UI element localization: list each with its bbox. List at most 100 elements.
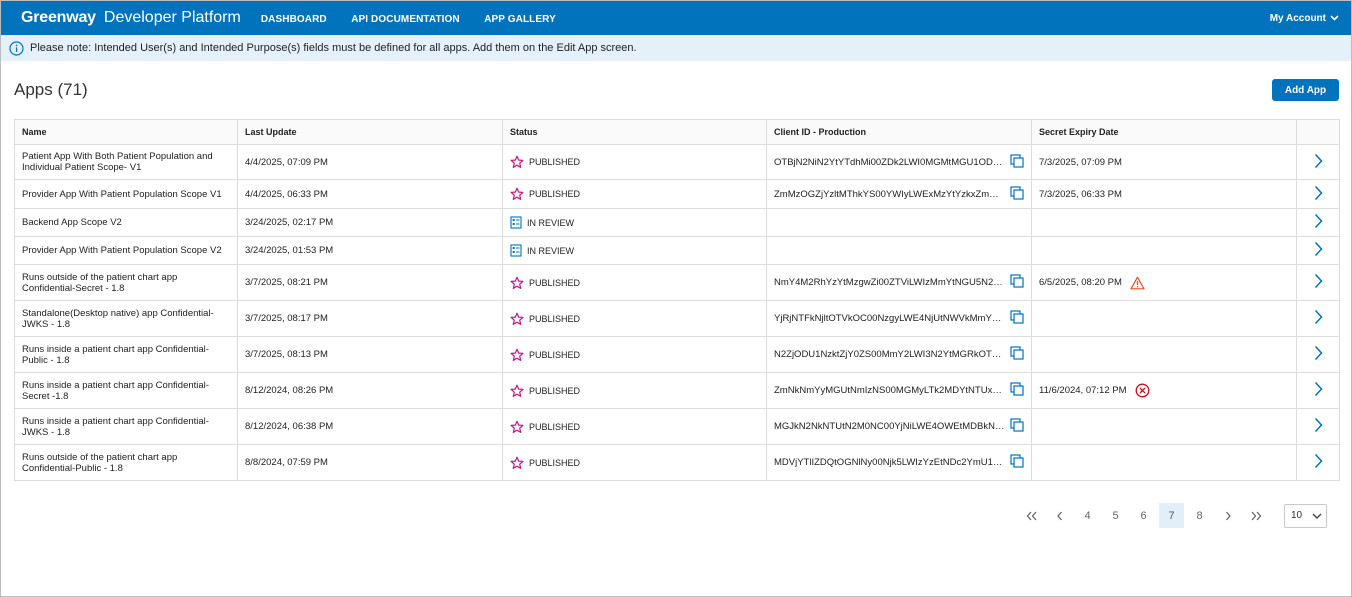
table-row[interactable]: Runs inside a patient chart app Confiden… (14, 408, 1340, 445)
review-document-icon (510, 244, 522, 257)
page-button-8[interactable]: 8 (1187, 503, 1212, 528)
open-app-button[interactable] (1296, 236, 1340, 265)
copy-client-id-button[interactable] (1010, 310, 1024, 327)
open-app-button[interactable] (1296, 179, 1340, 209)
notice-banner: Please note: Intended User(s) and Intend… (1, 35, 1351, 61)
secret-expiry-value: 7/3/2025, 07:09 PM (1039, 156, 1122, 168)
open-app-button[interactable] (1296, 264, 1340, 301)
status-badge: IN REVIEW (527, 245, 575, 256)
last-page-button[interactable] (1243, 503, 1268, 528)
app-name[interactable]: Runs inside a patient chart app Confiden… (14, 372, 238, 409)
table-row[interactable]: Runs inside a patient chart app Confiden… (14, 372, 1340, 409)
open-app-button[interactable] (1296, 144, 1340, 180)
app-name[interactable]: Runs outside of the patient chart app Co… (14, 444, 238, 481)
star-icon (510, 312, 524, 325)
chevron-right-icon (1314, 417, 1323, 433)
open-app-button[interactable] (1296, 444, 1340, 481)
copy-icon (1010, 346, 1024, 360)
open-app-button[interactable] (1296, 336, 1340, 373)
client-id-cell (766, 236, 1032, 265)
chevron-right-icon (1314, 309, 1323, 325)
table-row[interactable]: Provider App With Patient Population Sco… (14, 236, 1340, 265)
nav-dashboard[interactable]: DASHBOARD (261, 14, 327, 25)
copy-icon (1010, 382, 1024, 396)
last-update: 3/24/2025, 01:53 PM (237, 236, 503, 265)
table-row[interactable]: Runs outside of the patient chart app Co… (14, 264, 1340, 301)
chevron-right-icon (1314, 153, 1323, 168)
nav-app-gallery[interactable]: APP GALLERY (484, 14, 556, 25)
copy-client-id-button[interactable] (1010, 382, 1024, 399)
secret-expiry-cell (1031, 208, 1297, 237)
page-button-4[interactable]: 4 (1075, 503, 1100, 528)
client-id-cell: N2ZjODU1NzktZjY0ZS00MmY2LWI3N2YtMGRkOTJj… (766, 336, 1032, 373)
open-app-button[interactable] (1296, 372, 1340, 409)
client-id-cell: OTBjN2NiN2YtYTdhMi00ZDk2LWI0MGMtMGU1ODY5… (766, 144, 1032, 180)
app-name[interactable]: Runs inside a patient chart app Confiden… (14, 408, 238, 445)
add-app-button[interactable]: Add App (1272, 79, 1339, 101)
nav-api-documentation[interactable]: API DOCUMENTATION (351, 14, 460, 25)
app-name[interactable]: Standalone(Desktop native) app Confident… (14, 300, 238, 337)
pagination: 4 5 6 7 8 10 (1016, 503, 1327, 528)
table-header-row: Name Last Update Status Client ID - Prod… (14, 119, 1340, 145)
page-size-select[interactable]: 10 (1284, 503, 1327, 528)
status-badge: PUBLISHED (529, 421, 581, 432)
last-update: 3/24/2025, 02:17 PM (237, 208, 503, 237)
last-update: 3/7/2025, 08:13 PM (237, 336, 503, 373)
error-circle-icon (1135, 383, 1149, 398)
client-id-cell: MGJkN2NkNTUtN2M0NC00YjNiLWE4OWEtMDBkNjJi… (766, 408, 1032, 445)
column-header-last-update[interactable]: Last Update (237, 119, 503, 145)
app-name[interactable]: Backend App Scope V2 (14, 208, 238, 237)
column-header-secret-expiry[interactable]: Secret Expiry Date (1031, 119, 1297, 145)
app-name[interactable]: Provider App With Patient Population Sco… (14, 236, 238, 265)
open-app-button[interactable] (1296, 300, 1340, 337)
star-icon (510, 155, 524, 168)
page-button-6[interactable]: 6 (1131, 503, 1156, 528)
column-header-name[interactable]: Name (14, 119, 238, 145)
open-app-button[interactable] (1296, 408, 1340, 445)
first-page-button[interactable] (1019, 503, 1044, 528)
last-update: 3/7/2025, 08:17 PM (237, 300, 503, 337)
table-row[interactable]: Runs inside a patient chart app Confiden… (14, 336, 1340, 373)
copy-client-id-button[interactable] (1010, 454, 1024, 471)
client-id-value: OTBjN2NiN2YtYTdhMi00ZDk2LWI0MGMtMGU1ODY5… (774, 156, 1006, 168)
review-document-icon (510, 216, 522, 229)
last-update: 4/4/2025, 07:09 PM (237, 144, 503, 180)
column-header-client-id[interactable]: Client ID - Production (766, 119, 1032, 145)
app-name[interactable]: Runs outside of the patient chart app Co… (14, 264, 238, 301)
table-row[interactable]: Patient App With Both Patient Population… (14, 144, 1340, 180)
status-badge: IN REVIEW (527, 217, 575, 228)
page-button-7-current[interactable]: 7 (1159, 503, 1184, 528)
page-size-value: 10 (1291, 510, 1303, 521)
app-name[interactable]: Provider App With Patient Population Sco… (14, 179, 238, 209)
copy-client-id-button[interactable] (1010, 153, 1024, 171)
open-app-button[interactable] (1296, 208, 1340, 237)
chevron-right-icon (1314, 345, 1323, 361)
app-name[interactable]: Patient App With Both Patient Population… (14, 144, 238, 180)
copy-client-id-button[interactable] (1010, 418, 1024, 435)
client-id-cell (766, 208, 1032, 237)
star-icon (510, 456, 524, 469)
star-icon (510, 187, 524, 200)
table-row[interactable]: Standalone(Desktop native) app Confident… (14, 300, 1340, 337)
table-row[interactable]: Provider App With Patient Population Sco… (14, 179, 1340, 209)
previous-page-button[interactable] (1047, 503, 1072, 528)
secret-expiry-cell (1031, 336, 1297, 373)
page-button-5[interactable]: 5 (1103, 503, 1128, 528)
secret-expiry-cell: 7/3/2025, 06:33 PM (1031, 179, 1297, 209)
chevron-right-icon (1314, 185, 1323, 200)
my-account-label: My Account (1269, 12, 1326, 24)
column-header-status[interactable]: Status (502, 119, 767, 145)
next-page-button[interactable] (1215, 503, 1240, 528)
copy-client-id-button[interactable] (1010, 185, 1024, 203)
app-name[interactable]: Runs inside a patient chart app Confiden… (14, 336, 238, 373)
copy-client-id-button[interactable] (1010, 274, 1024, 291)
table-row[interactable]: Backend App Scope V2 3/24/2025, 02:17 PM I… (14, 208, 1340, 237)
copy-client-id-button[interactable] (1010, 346, 1024, 363)
last-update: 3/7/2025, 08:21 PM (237, 264, 503, 301)
apps-table: Name Last Update Status Client ID - Prod… (14, 119, 1340, 481)
chevron-down-icon (1312, 513, 1322, 519)
table-row[interactable]: Runs outside of the patient chart app Co… (14, 444, 1340, 481)
brand-logo[interactable]: Greenway (21, 9, 96, 27)
my-account-menu[interactable]: My Account (1270, 13, 1339, 24)
secret-expiry-cell: 11/6/2024, 07:12 PM (1031, 372, 1297, 409)
